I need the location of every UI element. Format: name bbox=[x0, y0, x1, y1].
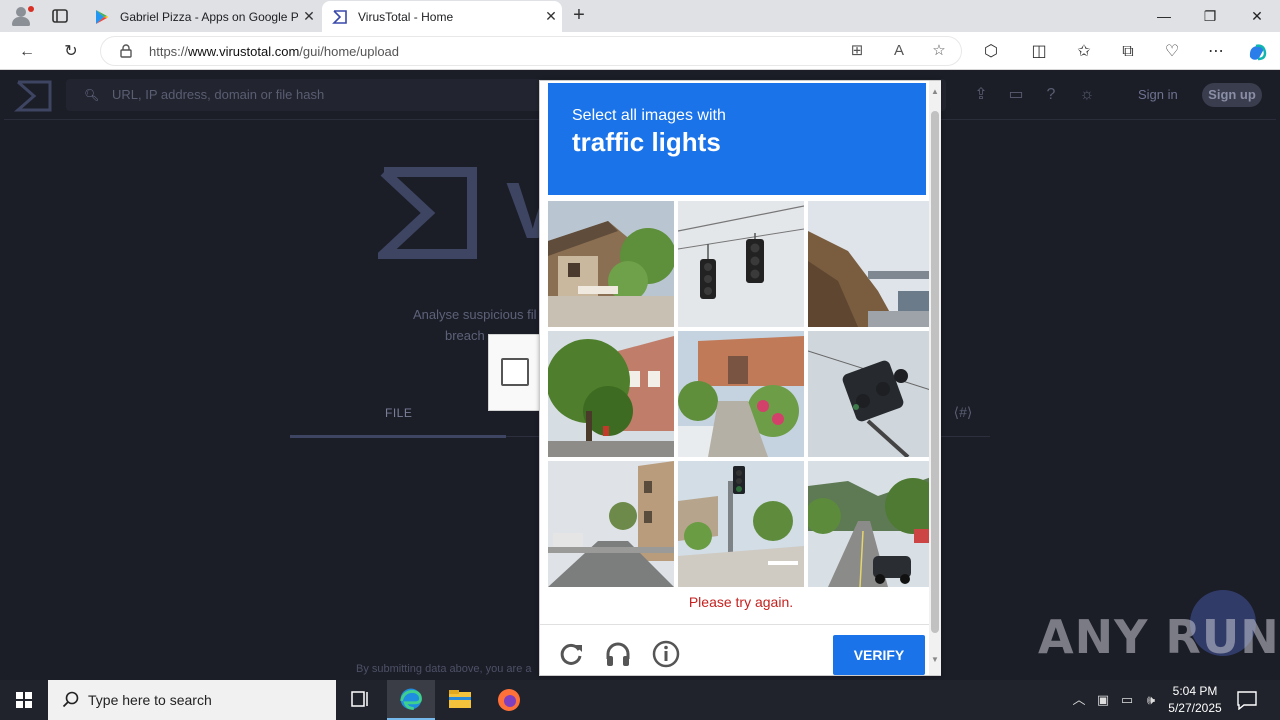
windows-taskbar: Type here to search ︿ ▣ ▭ 🕪︎ 5:04 PM 5/2… bbox=[0, 680, 1280, 720]
browser-essentials-icon[interactable]: ♡ bbox=[1161, 41, 1183, 63]
audio-challenge-icon[interactable] bbox=[603, 639, 633, 669]
split-screen-icon[interactable]: ◫ bbox=[1028, 41, 1050, 63]
search-icon bbox=[62, 691, 79, 708]
challenge-target: traffic lights bbox=[572, 127, 721, 157]
virustotal-icon bbox=[332, 9, 347, 24]
bridge-tile[interactable] bbox=[808, 201, 934, 327]
footer-divider bbox=[540, 624, 930, 625]
search-icon: 🔍︎ bbox=[84, 88, 100, 102]
volume-icon[interactable]: 🕪︎ bbox=[1142, 690, 1160, 710]
show-hidden-icons[interactable]: ︿ bbox=[1070, 690, 1088, 710]
recaptcha-checkbox[interactable] bbox=[501, 358, 529, 386]
read-aloud-icon[interactable]: A bbox=[889, 41, 909, 61]
edge-taskbar-icon[interactable] bbox=[387, 680, 435, 720]
device-tray-icon[interactable]: ▣ bbox=[1094, 690, 1112, 710]
info-icon[interactable] bbox=[651, 639, 681, 669]
sign-in-link[interactable]: Sign in bbox=[1138, 87, 1178, 102]
notification-icon[interactable] bbox=[1236, 690, 1258, 710]
close-tab-icon[interactable]: ✕ bbox=[540, 8, 562, 25]
theme-toggle-icon[interactable]: ☼ bbox=[1077, 85, 1097, 105]
favorite-star-icon[interactable]: ☆ bbox=[929, 41, 949, 61]
google-play-icon bbox=[96, 9, 108, 24]
virustotal-logo-icon[interactable] bbox=[14, 76, 54, 116]
tab-actions-icon[interactable] bbox=[50, 6, 70, 26]
upload-icon[interactable]: ⇪ bbox=[971, 85, 991, 105]
file-explorer-icon[interactable] bbox=[436, 680, 484, 720]
browser-toolbar: ← ↻ https://www.virustotal.com/gui/home/… bbox=[0, 32, 1280, 70]
taskbar-search[interactable]: Type here to search bbox=[48, 680, 336, 720]
highway-tile[interactable] bbox=[808, 461, 934, 587]
tagline-line-2: breach bbox=[445, 328, 485, 343]
error-message: Please try again. bbox=[688, 594, 794, 610]
tree-street-tile[interactable] bbox=[548, 331, 674, 457]
tab-virustotal[interactable]: VirusTotal - Home ✕ bbox=[322, 1, 562, 32]
search-tab-icon[interactable]: ⟨#⟩ bbox=[952, 404, 974, 422]
new-tab-button[interactable]: + bbox=[568, 4, 590, 26]
favorites-icon[interactable]: ✩ bbox=[1073, 41, 1095, 63]
network-icon[interactable]: ▭ bbox=[1118, 690, 1136, 710]
virustotal-big-logo-icon bbox=[378, 167, 477, 259]
close-window-button[interactable]: ✕ bbox=[1234, 0, 1280, 32]
more-menu-icon[interactable]: ⋯ bbox=[1205, 41, 1227, 63]
reload-icon[interactable] bbox=[556, 639, 586, 669]
sign-up-button[interactable]: Sign up bbox=[1202, 83, 1262, 107]
recaptcha-anchor bbox=[488, 334, 540, 411]
active-tab-indicator bbox=[290, 435, 506, 438]
firefox-icon[interactable] bbox=[485, 680, 533, 720]
taskbar-search-placeholder: Type here to search bbox=[88, 692, 212, 708]
restore-button[interactable]: ❐ bbox=[1187, 0, 1233, 32]
traffic-light-tile[interactable] bbox=[678, 201, 804, 327]
app-available-icon[interactable]: ⊞ bbox=[847, 41, 867, 61]
refresh-icon[interactable]: ↻ bbox=[60, 41, 82, 63]
taskbar-clock[interactable]: 5:04 PM 5/27/2025 bbox=[1164, 683, 1226, 717]
scroll-up-icon[interactable]: ▲ bbox=[929, 87, 941, 99]
scroll-thumb[interactable] bbox=[931, 111, 939, 633]
recaptcha-challenge: Select all images with traffic lights Pl… bbox=[539, 80, 941, 676]
clock-date: 5/27/2025 bbox=[1168, 701, 1222, 715]
lock-icon[interactable] bbox=[119, 44, 133, 58]
address-bar[interactable]: https://www.virustotal.com/gui/home/uplo… bbox=[100, 36, 962, 66]
tab-title: Gabriel Pizza - Apps on Google P bbox=[120, 9, 298, 24]
browser-tab-strip: Gabriel Pizza - Apps on Google P ✕ Virus… bbox=[0, 0, 1280, 32]
challenge-header: Select all images with traffic lights bbox=[548, 83, 926, 195]
challenge-instruction: Select all images with bbox=[572, 107, 726, 124]
copilot-icon[interactable] bbox=[1246, 41, 1268, 63]
tab-title: VirusTotal - Home bbox=[358, 9, 454, 24]
extensions-icon[interactable]: ⬡ bbox=[980, 41, 1002, 63]
close-tab-icon[interactable]: ✕ bbox=[298, 8, 320, 25]
url-text: https://www.virustotal.com/gui/home/uplo… bbox=[149, 44, 400, 59]
search-placeholder: URL, IP address, domain or file hash bbox=[112, 87, 325, 102]
chat-icon[interactable]: ▭ bbox=[1006, 85, 1026, 105]
house-tile[interactable] bbox=[548, 201, 674, 327]
submit-note: By submitting data above, you are a bbox=[356, 663, 532, 675]
anyrun-watermark: ANY RUN bbox=[1038, 610, 1280, 664]
tagline-line-1: Analyse suspicious fil bbox=[413, 307, 537, 322]
minimize-button[interactable]: — bbox=[1141, 0, 1187, 32]
help-icon[interactable]: ? bbox=[1041, 85, 1061, 105]
clock-time: 5:04 PM bbox=[1172, 684, 1218, 698]
collections-icon[interactable]: ⧉ bbox=[1117, 41, 1139, 63]
back-icon[interactable]: ← bbox=[16, 41, 38, 63]
task-view-icon[interactable] bbox=[336, 680, 384, 720]
challenge-scrollbar[interactable]: ▲ ▼ bbox=[929, 81, 941, 675]
windows-start-icon[interactable] bbox=[0, 680, 48, 720]
tab-google-play[interactable]: Gabriel Pizza - Apps on Google P ✕ bbox=[84, 1, 320, 32]
garden-house-tile[interactable] bbox=[678, 331, 804, 457]
tab-file[interactable]: FILE bbox=[385, 406, 412, 420]
scroll-down-icon[interactable]: ▼ bbox=[929, 655, 941, 667]
verify-button[interactable]: VERIFY bbox=[833, 635, 925, 675]
image-grid bbox=[548, 201, 934, 589]
signal-closeup-tile[interactable] bbox=[808, 331, 934, 457]
profile-icon[interactable] bbox=[8, 4, 36, 28]
town-street-tile[interactable] bbox=[548, 461, 674, 587]
crosswalk-signal-tile[interactable] bbox=[678, 461, 804, 587]
